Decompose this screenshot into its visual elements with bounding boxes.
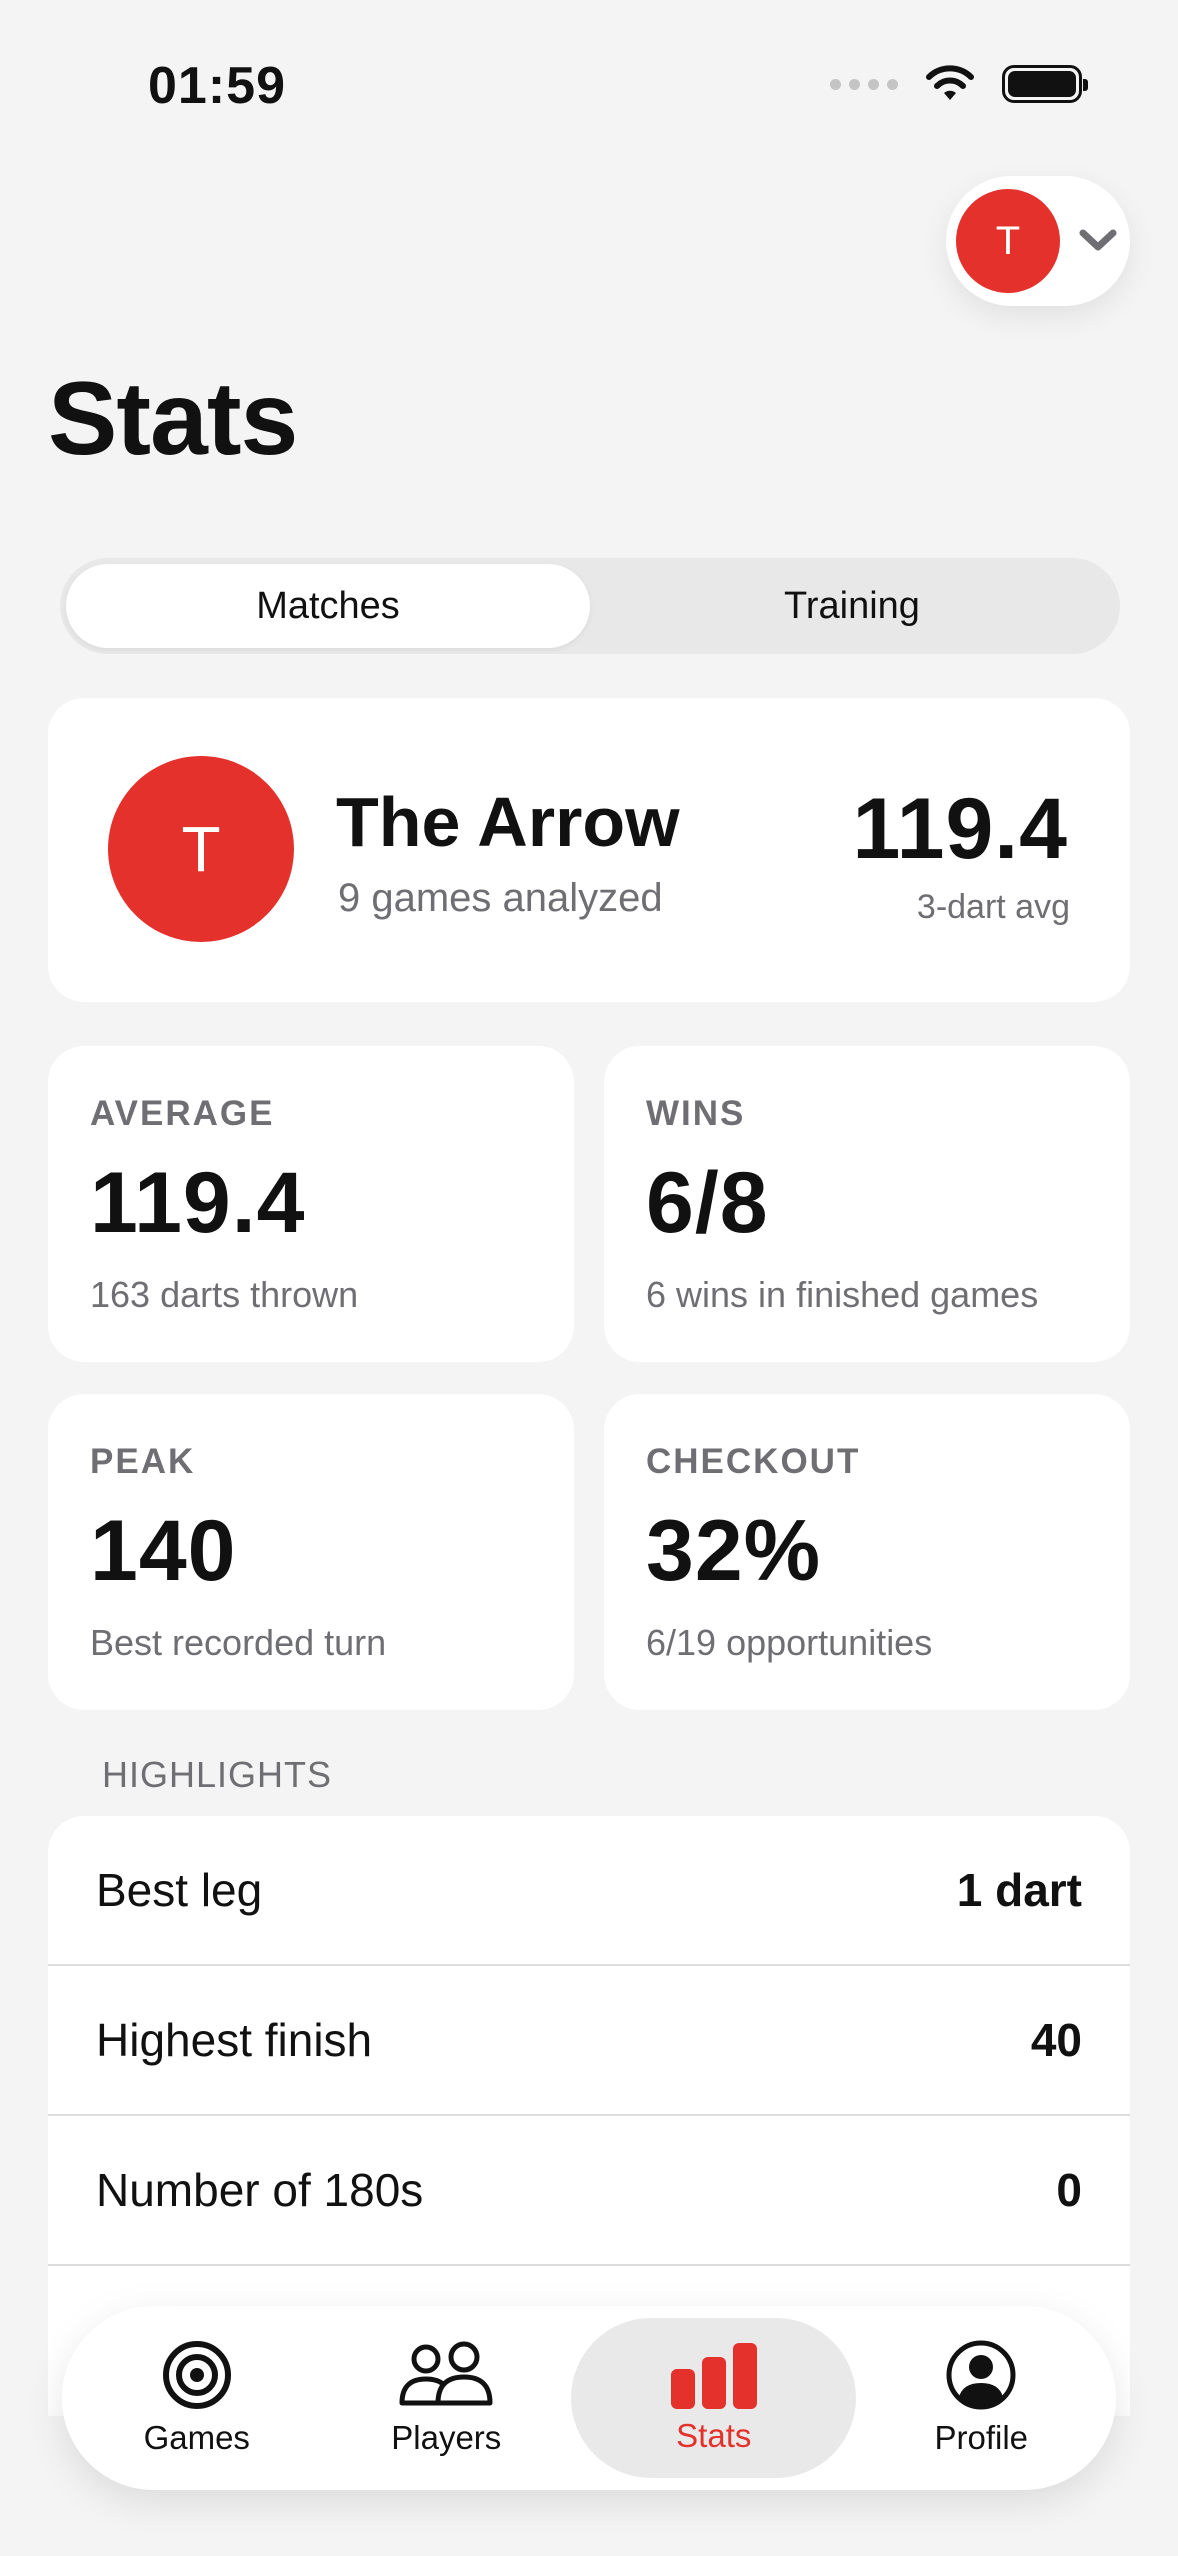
stat-label: WINS — [646, 1094, 746, 1133]
stat-subtitle: 163 darts thrown — [90, 1274, 359, 1315]
stat-label: CHECKOUT — [646, 1442, 861, 1481]
highlight-label: Number of 180s — [96, 2164, 424, 2216]
tab-profile[interactable]: Profile — [856, 2318, 1106, 2478]
highlight-row-number-of-180s: Number of 180s 0 — [48, 2116, 1130, 2266]
tab-games[interactable]: Games — [72, 2318, 322, 2478]
tab-players[interactable]: Players — [322, 2318, 572, 2478]
bar-chart-icon — [670, 2343, 757, 2409]
highlights-section-header: HIGHLIGHTS — [102, 1754, 333, 1795]
battery-icon — [1002, 65, 1088, 103]
highlight-value: 40 — [1030, 2014, 1082, 2066]
stat-subtitle: Best recorded turn — [90, 1622, 387, 1663]
wifi-icon — [926, 65, 974, 100]
three-dart-average-label: 3-dart avg — [916, 888, 1070, 926]
stat-label: PEAK — [90, 1442, 196, 1481]
stat-value: 140 — [90, 1503, 237, 1599]
page-title: Stats — [48, 361, 298, 477]
highlight-row-best-leg: Best leg 1 dart — [48, 1816, 1130, 1966]
player-summary-card: T The Arrow 9 games analyzed 119.4 3-dar… — [48, 698, 1130, 1002]
tab-bar: Games Players Stats Profile — [62, 2306, 1116, 2490]
checkout-stat-card: CHECKOUT 32% 6/19 opportunities — [604, 1394, 1130, 1710]
status-time: 01:59 — [148, 57, 286, 115]
target-icon — [162, 2341, 231, 2409]
players-icon — [399, 2341, 493, 2406]
highlight-label: Best leg — [96, 1864, 263, 1916]
stat-value: 32% — [646, 1503, 822, 1599]
account-avatar: T — [956, 189, 1060, 293]
tab-label: Stats — [676, 2417, 752, 2454]
stat-subtitle: 6 wins in finished games — [646, 1274, 1039, 1315]
wins-stat-card: WINS 6/8 6 wins in finished games — [604, 1046, 1130, 1362]
stat-value: 119.4 — [90, 1155, 306, 1251]
account-switcher-button[interactable]: T — [946, 176, 1130, 306]
status-icons — [830, 64, 1088, 104]
segment-training[interactable]: Training — [590, 564, 1114, 648]
tab-label: Games — [143, 2419, 250, 2456]
tab-stats[interactable]: Stats — [571, 2318, 857, 2478]
peak-stat-card: PEAK 140 Best recorded turn — [48, 1394, 574, 1710]
chevron-down-icon — [1079, 229, 1117, 251]
highlight-value: 0 — [1056, 2164, 1082, 2216]
segment-matches[interactable]: Matches — [66, 564, 590, 648]
stat-label: AVERAGE — [90, 1094, 275, 1133]
cellular-signal-icon — [830, 78, 898, 90]
highlight-row-highest-finish: Highest finish 40 — [48, 1966, 1130, 2116]
player-avatar: T — [108, 756, 294, 942]
games-analyzed: 9 games analyzed — [338, 876, 663, 920]
tab-label: Profile — [934, 2419, 1029, 2456]
three-dart-average-value: 119.4 — [852, 781, 1068, 877]
average-stat-card: AVERAGE 119.4 163 darts thrown — [48, 1046, 574, 1362]
player-name: The Arrow — [336, 783, 680, 861]
stat-subtitle: 6/19 opportunities — [646, 1622, 933, 1663]
profile-icon — [946, 2340, 1016, 2410]
highlight-label: Highest finish — [96, 2014, 373, 2066]
tab-label: Players — [391, 2419, 502, 2456]
stat-value: 6/8 — [646, 1155, 769, 1251]
highlight-value: 1 dart — [956, 1864, 1082, 1916]
matches-training-segmented-control: Matches Training — [60, 558, 1120, 654]
